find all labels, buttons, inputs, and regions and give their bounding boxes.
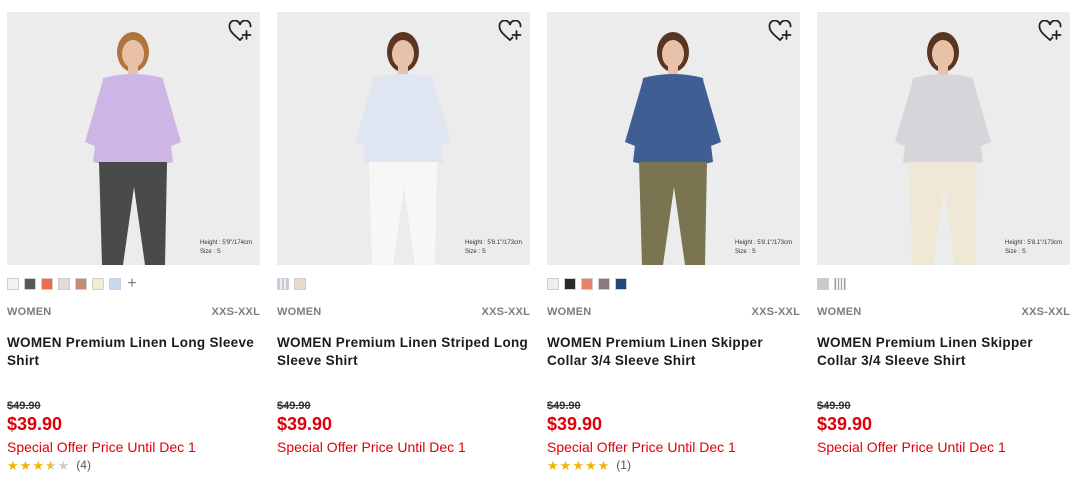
- review-count[interactable]: (1): [616, 458, 631, 472]
- product-image[interactable]: Height : 5'8.1"/173cm Size : S: [817, 12, 1070, 265]
- favorite-heart-plus-icon[interactable]: [768, 19, 792, 42]
- model-size-info: Height : 5'8.1"/173cm Size : S: [735, 239, 792, 257]
- product-category: WOMEN: [547, 306, 592, 318]
- star-icon: ★: [7, 457, 19, 473]
- product-title[interactable]: WOMEN Premium Linen Long Sleeve Shirt: [7, 334, 260, 370]
- model-size: Size : S: [465, 249, 486, 255]
- model-height: Height : 5'8.1"/173cm: [1005, 240, 1062, 246]
- color-swatch[interactable]: [564, 278, 576, 290]
- color-swatch[interactable]: [581, 278, 593, 290]
- color-swatch[interactable]: [834, 278, 846, 290]
- color-swatches: [817, 277, 846, 291]
- color-swatches: [547, 277, 627, 291]
- model-photo: [817, 12, 1070, 265]
- favorite-heart-plus-icon[interactable]: [1038, 19, 1062, 42]
- color-swatch[interactable]: [109, 278, 121, 290]
- size-range: XXS-XXL: [211, 306, 260, 318]
- model-size-info: Height : 5'8.1"/173cm Size : S: [465, 239, 522, 257]
- product-card[interactable]: Height : 5'8.1"/173cm Size : S WOMEN XXS-XX…: [277, 12, 530, 482]
- star-rating[interactable]: ★ ★ ★ ★ ★ (4): [7, 458, 91, 472]
- product-image[interactable]: Height : 5'8.1"/173cm Size : S: [547, 12, 800, 265]
- model-size-info: Height : 5'8.1"/173cm Size : S: [1005, 239, 1062, 257]
- product-image[interactable]: Height : 5'8.1"/173cm Size : S: [277, 12, 530, 265]
- original-price: $49.90: [277, 400, 311, 412]
- color-swatch[interactable]: [277, 278, 289, 290]
- original-price: $49.90: [817, 400, 851, 412]
- product-meta: WOMEN XXS-XXL: [7, 306, 260, 318]
- sale-price: $39.90: [547, 414, 603, 434]
- product-title[interactable]: WOMEN Premium Linen Skipper Collar 3/4 S…: [547, 334, 800, 370]
- star-icon: ★: [584, 457, 597, 473]
- color-swatch[interactable]: [41, 278, 53, 290]
- product-grid: Height : 5'9"/174cm Size : S + WOMEN XXS-XXL…: [0, 0, 1080, 489]
- sale-price: $39.90: [817, 414, 873, 434]
- model-photo: [277, 12, 530, 265]
- product-card[interactable]: Height : 5'8.1"/173cm Size : S WOMEN XXS-XX…: [817, 12, 1070, 482]
- model-size: Size : S: [200, 249, 221, 255]
- special-offer-text: Special Offer Price Until Dec 1: [547, 439, 736, 455]
- star-icon: ★: [32, 457, 44, 473]
- favorite-heart-plus-icon[interactable]: [228, 19, 252, 42]
- product-category: WOMEN: [7, 306, 52, 318]
- star-icon: ★: [57, 457, 70, 473]
- review-count[interactable]: (4): [76, 458, 91, 472]
- product-category: WOMEN: [817, 306, 862, 318]
- model-size: Size : S: [1005, 249, 1026, 255]
- color-swatch[interactable]: [7, 278, 19, 290]
- product-image[interactable]: Height : 5'9"/174cm Size : S: [7, 12, 260, 265]
- model-height: Height : 5'8.1"/173cm: [735, 240, 792, 246]
- star-icon: ★: [19, 457, 32, 473]
- model-size: Size : S: [735, 249, 756, 255]
- star-icon: ★: [572, 457, 584, 473]
- product-category: WOMEN: [277, 306, 322, 318]
- size-range: XXS-XXL: [481, 306, 530, 318]
- product-card[interactable]: Height : 5'8.1"/173cm Size : S WOMEN XXS-XX…: [547, 12, 800, 482]
- model-size-info: Height : 5'9"/174cm Size : S: [200, 239, 252, 257]
- model-height: Height : 5'8.1"/173cm: [465, 240, 522, 246]
- sale-price: $39.90: [7, 414, 63, 434]
- favorite-heart-plus-icon[interactable]: [498, 19, 522, 42]
- star-icon: ★: [44, 457, 57, 473]
- special-offer-text: Special Offer Price Until Dec 1: [277, 439, 466, 455]
- color-swatch[interactable]: [24, 278, 36, 290]
- product-meta: WOMEN XXS-XXL: [277, 306, 530, 318]
- color-swatch[interactable]: [294, 278, 306, 290]
- color-swatch[interactable]: [92, 278, 104, 290]
- color-swatches: +: [7, 276, 138, 292]
- original-price: $49.90: [547, 400, 581, 412]
- product-title[interactable]: WOMEN Premium Linen Skipper Collar 3/4 S…: [817, 334, 1070, 370]
- color-swatches: [277, 277, 306, 291]
- color-swatch[interactable]: [547, 278, 559, 290]
- color-swatch[interactable]: [598, 278, 610, 290]
- color-swatch[interactable]: [75, 278, 87, 290]
- product-meta: WOMEN XXS-XXL: [547, 306, 800, 318]
- star-rating[interactable]: ★ ★ ★ ★ ★ (1): [547, 458, 631, 472]
- color-swatch[interactable]: [58, 278, 70, 290]
- model-height: Height : 5'9"/174cm: [200, 240, 252, 246]
- size-range: XXS-XXL: [751, 306, 800, 318]
- model-photo: [547, 12, 800, 265]
- product-card[interactable]: Height : 5'9"/174cm Size : S + WOMEN XXS-XXL…: [7, 12, 260, 482]
- size-range: XXS-XXL: [1021, 306, 1070, 318]
- more-colors-plus-icon[interactable]: +: [126, 276, 138, 292]
- model-photo: [7, 12, 260, 265]
- color-swatch[interactable]: [615, 278, 627, 290]
- product-title[interactable]: WOMEN Premium Linen Striped Long Sleeve …: [277, 334, 530, 370]
- star-icon: ★: [559, 457, 572, 473]
- color-swatch[interactable]: [817, 278, 829, 290]
- star-icon: ★: [597, 457, 610, 473]
- original-price: $49.90: [7, 400, 41, 412]
- star-icon: ★: [547, 457, 559, 473]
- sale-price: $39.90: [277, 414, 333, 434]
- special-offer-text: Special Offer Price Until Dec 1: [7, 439, 196, 455]
- special-offer-text: Special Offer Price Until Dec 1: [817, 439, 1006, 455]
- product-meta: WOMEN XXS-XXL: [817, 306, 1070, 318]
